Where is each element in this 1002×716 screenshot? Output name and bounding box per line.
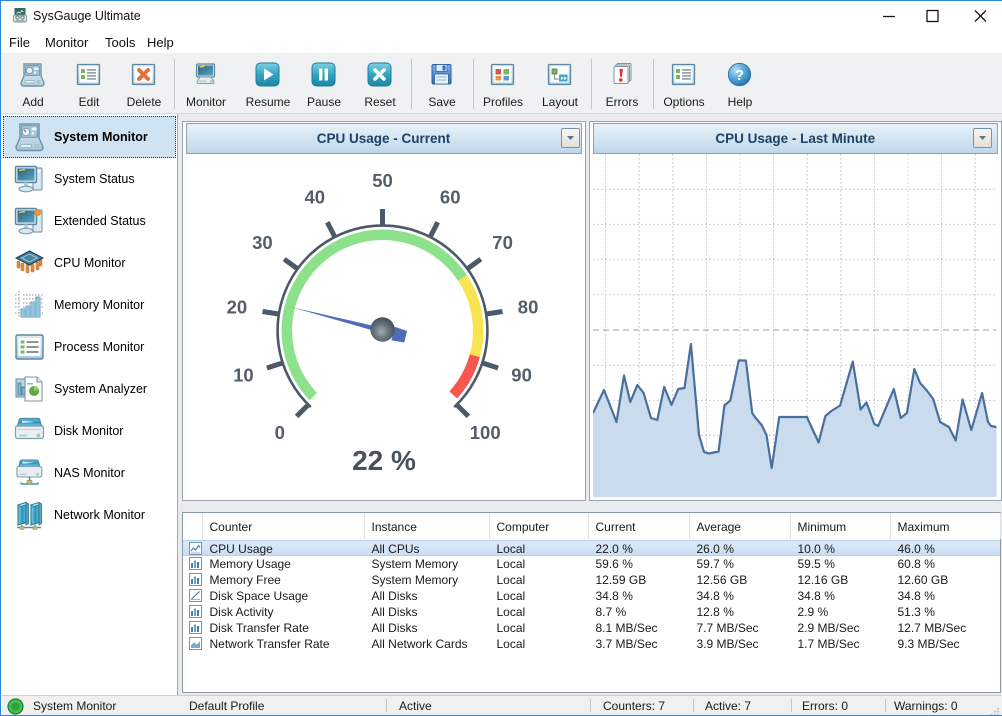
svg-text:30: 30 bbox=[252, 232, 273, 253]
svg-text:20: 20 bbox=[227, 296, 248, 317]
svg-text:100: 100 bbox=[470, 422, 501, 443]
svg-text:80: 80 bbox=[518, 296, 539, 317]
svg-text:10: 10 bbox=[233, 365, 254, 386]
svg-text:60: 60 bbox=[440, 187, 461, 208]
svg-text:0: 0 bbox=[275, 422, 285, 443]
svg-text:50: 50 bbox=[372, 170, 393, 191]
svg-text:22 %: 22 % bbox=[352, 445, 416, 476]
svg-text:90: 90 bbox=[511, 365, 532, 386]
svg-text:40: 40 bbox=[305, 187, 326, 208]
svg-text:70: 70 bbox=[492, 232, 513, 253]
svg-text:?: ? bbox=[735, 67, 744, 84]
